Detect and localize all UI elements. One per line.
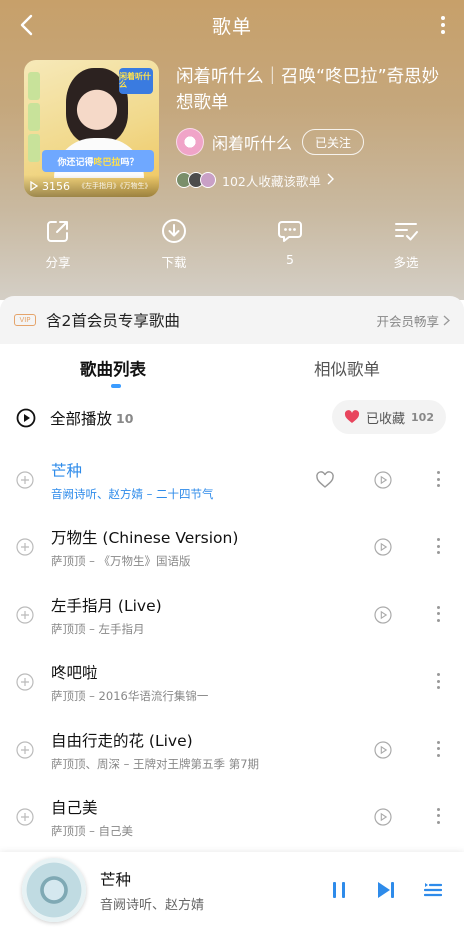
song-more-icon[interactable] bbox=[434, 670, 442, 692]
song-more-icon[interactable] bbox=[434, 738, 442, 760]
vip-bar[interactable]: VIP 含2首会员专享歌曲 开会员畅享 bbox=[0, 296, 464, 344]
song-subtitle: 萨顶顶、周深 – 王牌对王牌第五季 第7期 bbox=[51, 756, 260, 771]
list-item[interactable]: 自己美 萨顶顶 – 自己美 bbox=[0, 783, 464, 850]
song-more-icon[interactable] bbox=[434, 535, 442, 557]
song-more-icon[interactable] bbox=[434, 603, 442, 625]
song-subtitle: 萨顶顶 – 自己美 bbox=[51, 823, 134, 838]
cover-tag: 闲着听什么 bbox=[119, 68, 153, 94]
more-options-button[interactable] bbox=[438, 12, 448, 38]
action-bar: 分享 下载 5 多选 bbox=[0, 218, 464, 282]
play-count-icon bbox=[30, 181, 38, 191]
song-count: 10 bbox=[116, 410, 134, 426]
list-item[interactable]: 咚吧啦 萨顶顶 – 2016华语流行集锦一 bbox=[0, 648, 464, 715]
more-dot-icon bbox=[441, 30, 445, 34]
add-icon[interactable] bbox=[16, 538, 34, 556]
tab-bar: 歌曲列表 相似歌单 bbox=[0, 344, 464, 392]
cover-banner: 你还记得 咚巴拉 吗？ bbox=[42, 150, 154, 172]
follow-button[interactable]: 已关注 bbox=[302, 129, 365, 155]
song-title: 左手指月 (Live) bbox=[51, 596, 162, 615]
song-title: 芒种 bbox=[51, 462, 83, 480]
play-circle-icon[interactable] bbox=[16, 408, 36, 428]
album-disc[interactable] bbox=[22, 858, 86, 922]
next-track-icon[interactable] bbox=[376, 880, 396, 900]
mv-play-icon[interactable] bbox=[374, 471, 392, 489]
add-icon[interactable] bbox=[16, 808, 34, 826]
list-item[interactable]: 自由行走的花 (Live) 萨顶顶、周深 – 王牌对王牌第五季 第7期 bbox=[0, 716, 464, 783]
song-subtitle: 萨顶顶 – 2016华语流行集锦一 bbox=[51, 689, 209, 704]
page-title: 歌单 bbox=[211, 15, 252, 38]
add-icon[interactable] bbox=[16, 606, 34, 624]
download-icon bbox=[162, 219, 186, 243]
collectors-row[interactable]: 102人收藏该歌单 bbox=[176, 170, 334, 190]
add-icon[interactable] bbox=[16, 471, 34, 489]
creator-avatar[interactable] bbox=[176, 128, 204, 156]
now-playing-artist: 音阙诗听、赵方婧 bbox=[100, 898, 205, 913]
song-title: 自己美 bbox=[51, 798, 98, 817]
download-button[interactable]: 下载 bbox=[144, 218, 204, 271]
more-dot-icon bbox=[441, 16, 445, 20]
list-item[interactable]: 万物生 (Chinese Version) 萨顶顶 – 《万物生》国语版 bbox=[0, 513, 464, 580]
chevron-right-icon bbox=[443, 315, 450, 325]
creator-name[interactable]: 闲着听什么 bbox=[212, 130, 292, 154]
song-title: 万物生 (Chinese Version) bbox=[51, 529, 239, 548]
share-button[interactable]: 分享 bbox=[28, 218, 88, 271]
song-title: 咚吧啦 bbox=[51, 664, 98, 683]
play-all-row: 全部播放 10 已收藏 102 bbox=[0, 396, 464, 440]
list-item[interactable]: 芒种 音阙诗听、赵方婧 – 二十四节气 bbox=[0, 446, 464, 513]
mv-play-icon[interactable] bbox=[374, 538, 392, 556]
list-item[interactable]: 左手指月 (Live) 萨顶顶 – 左手指月 bbox=[0, 581, 464, 648]
back-button[interactable] bbox=[14, 10, 38, 40]
playlist-queue-icon[interactable] bbox=[424, 880, 442, 900]
tab-song-list[interactable]: 歌曲列表 bbox=[80, 356, 146, 380]
song-more-icon[interactable] bbox=[434, 805, 442, 827]
play-all-button[interactable]: 全部播放 bbox=[50, 407, 112, 429]
chevron-right-icon bbox=[327, 173, 334, 188]
playlist-title: 闲着听什么｜召唤“咚巴拉”奇思妙想歌单 bbox=[176, 67, 440, 113]
chevron-left-icon bbox=[20, 14, 33, 36]
tab-similar-playlists[interactable]: 相似歌单 bbox=[314, 356, 380, 380]
mv-play-icon[interactable] bbox=[374, 808, 392, 826]
mv-play-icon[interactable] bbox=[374, 740, 392, 759]
mv-play-icon[interactable] bbox=[374, 606, 392, 624]
add-icon[interactable] bbox=[16, 673, 34, 691]
song-list: 芒种 音阙诗听、赵方婧 – 二十四节气 万物生 (Chinese Version… bbox=[0, 446, 464, 850]
song-more-icon[interactable] bbox=[434, 468, 442, 490]
comment-icon bbox=[278, 221, 302, 242]
open-vip-link[interactable]: 开会员畅享 bbox=[377, 311, 451, 330]
song-title: 自由行走的花 (Live) bbox=[51, 731, 193, 750]
vip-badge: VIP bbox=[14, 314, 36, 326]
creator-row: 闲着听什么 已关注 bbox=[176, 127, 365, 157]
add-icon[interactable] bbox=[16, 740, 34, 759]
heart-icon[interactable] bbox=[315, 470, 335, 490]
song-subtitle: 萨顶顶 – 《万物生》国语版 bbox=[51, 554, 191, 569]
comments-button[interactable]: 5 bbox=[260, 218, 320, 267]
more-dot-icon bbox=[441, 23, 445, 27]
cover-play-count: 3156 《左手指月》《万物生》 bbox=[24, 175, 159, 197]
song-subtitle: 萨顶顶 – 左手指月 bbox=[51, 621, 145, 636]
vip-songs-text: 含2首会员专享歌曲 bbox=[46, 312, 180, 330]
playlist-cover[interactable]: 闲着听什么 你还记得 咚巴拉 吗？ 3156 《左手指月》《万物生》 bbox=[24, 60, 159, 197]
share-icon bbox=[47, 221, 68, 242]
now-playing-title: 芒种 bbox=[100, 871, 132, 889]
heart-filled-icon bbox=[344, 410, 360, 423]
song-subtitle: 音阙诗听、赵方婧 – 二十四节气 bbox=[51, 487, 214, 501]
collected-button[interactable]: 已收藏 102 bbox=[332, 400, 446, 434]
pause-icon[interactable] bbox=[330, 880, 348, 900]
mini-player[interactable]: 芒种 音阙诗听、赵方婧 bbox=[0, 852, 464, 930]
top-bar: 歌单 bbox=[0, 0, 464, 50]
multi-select-button[interactable]: 多选 bbox=[376, 218, 436, 271]
collector-avatar bbox=[200, 172, 216, 188]
multi-select-icon bbox=[395, 223, 418, 241]
collectors-count: 102人收藏该歌单 bbox=[222, 173, 321, 189]
active-tab-indicator bbox=[111, 384, 121, 388]
